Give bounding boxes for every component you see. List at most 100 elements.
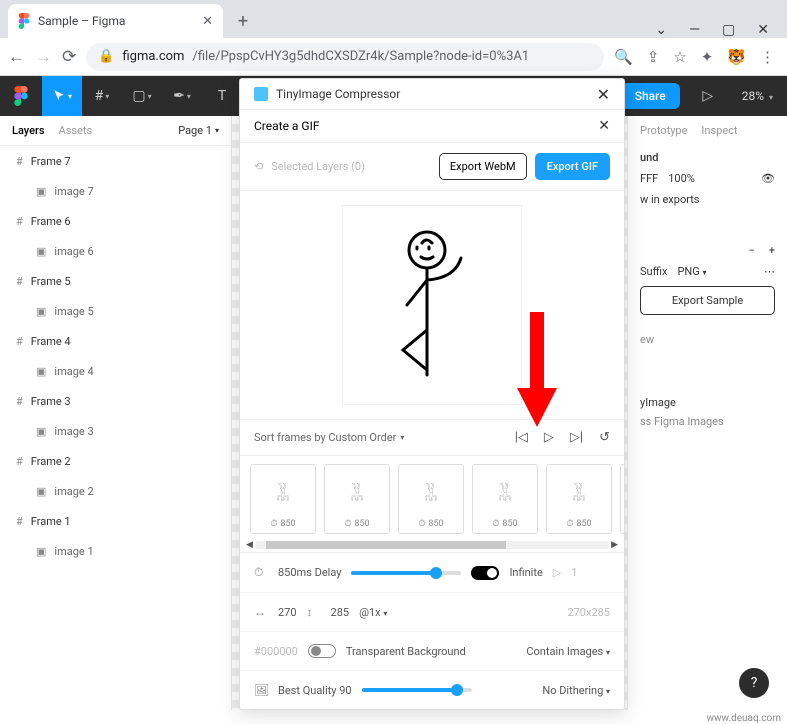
back-icon[interactable]: ← bbox=[8, 47, 25, 67]
bg-color-input[interactable]: #000000 bbox=[254, 645, 298, 658]
browser-titlebar: Sample – Figma ✕ + ⌄ — ▢ ✕ bbox=[0, 0, 787, 38]
export-webm-button[interactable]: Export WebM bbox=[439, 153, 527, 180]
scale-select[interactable]: @1x ▾ bbox=[359, 606, 387, 619]
close-tab-icon[interactable]: ✕ bbox=[202, 14, 213, 29]
show-in-exports[interactable]: w in exports bbox=[640, 193, 700, 206]
tinyimage-plugin-panel: TinyImage Compressor ✕ Create a GIF ✕ ⟲ … bbox=[239, 78, 625, 710]
scroll-left-icon[interactable]: ◀ bbox=[246, 540, 253, 550]
layer-frame[interactable]: #Frame 2 bbox=[0, 446, 231, 476]
text-tool[interactable]: T bbox=[202, 76, 242, 116]
design-panel: Prototype Inspect und FFF100%👁 w in expo… bbox=[627, 116, 787, 710]
layer-image[interactable]: ▣image 6 bbox=[0, 236, 231, 266]
plus-icon[interactable]: + bbox=[769, 244, 775, 257]
move-tool[interactable]: ▾ bbox=[42, 76, 82, 116]
close-window-icon[interactable]: ✕ bbox=[757, 22, 769, 38]
extensions-icon[interactable]: ✦ bbox=[701, 48, 714, 66]
layer-image[interactable]: ▣image 2 bbox=[0, 476, 231, 506]
url-path: /file/PpspCvHY3g5dhdCXSDZr4k/Sample?node… bbox=[192, 49, 529, 64]
visibility-icon[interactable]: 👁 bbox=[761, 172, 775, 185]
width-value[interactable]: 270 bbox=[278, 606, 297, 619]
close-plugin-icon[interactable]: ✕ bbox=[597, 85, 610, 104]
play-icon[interactable]: ▷ bbox=[544, 430, 554, 445]
menu-icon[interactable]: ⋮ bbox=[760, 48, 775, 66]
width-icon: ↔ bbox=[254, 605, 268, 619]
maximize-icon[interactable]: ▢ bbox=[722, 22, 735, 38]
export-gif-button[interactable]: Export GIF bbox=[535, 153, 610, 180]
bg-color[interactable]: FFF bbox=[640, 172, 658, 185]
star-icon[interactable]: ☆ bbox=[673, 48, 686, 66]
delay-slider[interactable] bbox=[351, 571, 461, 575]
close-gif-panel-icon[interactable]: ✕ bbox=[598, 118, 610, 134]
layer-image[interactable]: ▣image 4 bbox=[0, 356, 231, 386]
frame-thumb[interactable]: 𓀡⏱850 bbox=[398, 464, 464, 534]
image-icon: ▣ bbox=[36, 185, 46, 198]
share-icon[interactable]: ⇪ bbox=[647, 48, 660, 66]
figma-menu-icon[interactable] bbox=[0, 76, 42, 116]
layer-frame[interactable]: #Frame 4 bbox=[0, 326, 231, 356]
minimize-icon[interactable]: — bbox=[689, 22, 700, 38]
reload-icon[interactable]: ⟳ bbox=[62, 47, 76, 67]
more-icon[interactable]: ⋯ bbox=[764, 265, 775, 278]
dithering-select[interactable]: No Dithering ▾ bbox=[542, 684, 610, 697]
export-button[interactable]: Export Sample bbox=[640, 286, 775, 315]
selected-layers-label: ⟲ Selected Layers (0) bbox=[254, 160, 431, 173]
bg-opacity[interactable]: 100% bbox=[668, 172, 695, 185]
layer-frame[interactable]: #Frame 7 bbox=[0, 146, 231, 176]
layer-image[interactable]: ▣image 1 bbox=[0, 536, 231, 566]
dimensions-text: 270x285 bbox=[567, 606, 610, 619]
thumb-preview-icon: 𓀡 bbox=[350, 477, 363, 507]
sort-order-select[interactable]: Sort frames by Custom Order▾ bbox=[254, 431, 515, 444]
help-button[interactable]: ? bbox=[739, 668, 769, 698]
pen-tool[interactable]: ✒▾ bbox=[162, 76, 202, 116]
frame-thumb[interactable]: 𓀡⏱850 bbox=[472, 464, 538, 534]
zoom-level[interactable]: 28% ▾ bbox=[728, 89, 787, 103]
new-tab-button[interactable]: + bbox=[229, 7, 257, 35]
frame-thumb[interactable]: 𓀡⏱850 bbox=[620, 464, 624, 534]
layer-frame[interactable]: #Frame 1 bbox=[0, 506, 231, 536]
page-selector[interactable]: Page 1▾ bbox=[178, 124, 219, 137]
suffix-label[interactable]: Suffix bbox=[640, 265, 667, 278]
transparent-bg-toggle[interactable] bbox=[308, 644, 336, 658]
timer-small-icon: ⏱ bbox=[418, 519, 425, 529]
loop-count[interactable]: 1 bbox=[571, 566, 577, 579]
layer-frame[interactable]: #Frame 6 bbox=[0, 206, 231, 236]
frame-thumb[interactable]: 𓀡⏱850 bbox=[324, 464, 390, 534]
present-icon[interactable]: ▷ bbox=[688, 76, 728, 116]
scroll-right-icon[interactable]: ▶ bbox=[611, 540, 618, 550]
next-frame-icon[interactable]: ▷| bbox=[570, 430, 583, 445]
refresh-icon[interactable]: ⟲ bbox=[254, 160, 263, 173]
image-icon: ▣ bbox=[36, 305, 46, 318]
loop-icon[interactable]: ↺ bbox=[599, 430, 610, 445]
minus-icon[interactable]: − bbox=[748, 244, 754, 257]
contain-images-select[interactable]: Contain Images ▾ bbox=[526, 645, 610, 658]
profile-icon[interactable]: 🐯 bbox=[727, 48, 746, 66]
thumbs-scrollbar[interactable]: ◀ ▶ bbox=[240, 538, 624, 552]
infinite-label: Infinite bbox=[509, 566, 542, 579]
frame-thumb[interactable]: 𓀡⏱850 bbox=[250, 464, 316, 534]
prototype-tab[interactable]: Prototype bbox=[640, 124, 687, 137]
watermark: www.deuaq.com bbox=[707, 713, 782, 724]
frame-thumb[interactable]: 𓀡⏱850 bbox=[546, 464, 612, 534]
frame-icon: # bbox=[16, 275, 23, 288]
shape-tool[interactable]: ▢▾ bbox=[122, 76, 162, 116]
url-box[interactable]: 🔒 figma.com /file/PpspCvHY3g5dhdCXSDZr4k… bbox=[86, 43, 604, 71]
infinite-toggle[interactable] bbox=[471, 566, 499, 580]
browser-tab[interactable]: Sample – Figma ✕ bbox=[8, 4, 223, 38]
quality-slider[interactable] bbox=[362, 688, 472, 692]
format-select[interactable]: PNG ▾ bbox=[677, 265, 706, 278]
assets-tab[interactable]: Assets bbox=[59, 124, 93, 137]
zoom-icon[interactable]: 🔍 bbox=[614, 48, 633, 66]
layer-image[interactable]: ▣image 7 bbox=[0, 176, 231, 206]
layers-tab[interactable]: Layers bbox=[12, 124, 45, 137]
layer-frame[interactable]: #Frame 3 bbox=[0, 386, 231, 416]
prev-frame-icon[interactable]: |◁ bbox=[515, 430, 528, 445]
layer-image[interactable]: ▣image 5 bbox=[0, 296, 231, 326]
inspect-tab[interactable]: Inspect bbox=[701, 124, 737, 137]
caret-down-icon[interactable]: ⌄ bbox=[655, 22, 667, 38]
layer-frame[interactable]: #Frame 5 bbox=[0, 266, 231, 296]
play-once-icon[interactable]: ▷ bbox=[553, 566, 561, 579]
frame-tool[interactable]: #▾ bbox=[82, 76, 122, 116]
height-value[interactable]: 285 bbox=[331, 606, 350, 619]
layer-image[interactable]: ▣image 3 bbox=[0, 416, 231, 446]
share-button[interactable]: Share bbox=[621, 83, 680, 109]
